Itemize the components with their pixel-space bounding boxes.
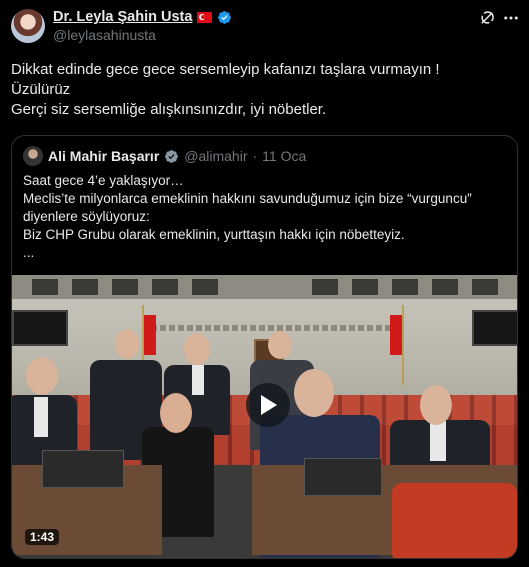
thumbnail-inscription	[142, 325, 392, 331]
thumbnail-screen	[12, 310, 68, 346]
thumbnail-flag	[144, 315, 156, 355]
thumbnail-window	[312, 279, 338, 295]
thumbnail-window	[352, 279, 378, 295]
quoted-tweet[interactable]: Ali Mahir Başarır @alimahir · 11 Oca Saa…	[11, 135, 518, 559]
thumbnail-chair	[392, 483, 517, 558]
more-icon[interactable]	[502, 9, 520, 27]
play-button[interactable]	[246, 383, 290, 427]
play-icon	[261, 395, 277, 415]
thumbnail-window	[152, 279, 178, 295]
thumbnail-screen	[472, 310, 517, 346]
quoted-author-avatar[interactable]	[23, 146, 43, 166]
author-display-name[interactable]: Dr. Leyla Şahin Usta	[53, 9, 192, 25]
thumbnail-window	[472, 279, 498, 295]
video-player[interactable]: 1:43	[12, 275, 517, 558]
thumbnail-monitor	[304, 458, 382, 496]
quoted-text-line: Saat gece 4’e yaklaşıyor…	[23, 173, 184, 188]
separator-dot: ·	[252, 148, 258, 164]
thumbnail-window	[392, 279, 418, 295]
tweet-text-line: Gerçi siz sersemliğe alışkınsınızdır, iy…	[11, 101, 327, 118]
thumbnail-monitor	[42, 450, 124, 488]
quoted-author-name[interactable]: Ali Mahir Başarır	[48, 148, 159, 164]
tweet: Dr. Leyla Şahin Usta @leylasahinusta Dik…	[0, 0, 529, 567]
author-handle[interactable]: @leylasahinusta	[53, 27, 156, 43]
quoted-author-row: Ali Mahir Başarır @alimahir · 11 Oca	[23, 146, 306, 166]
thumbnail-window	[192, 279, 218, 295]
quoted-text-line: Meclis’te milyonlarca emeklinin hakkını …	[23, 191, 472, 206]
verified-badge-icon	[165, 149, 179, 163]
author-name-row: Dr. Leyla Şahin Usta	[53, 9, 232, 25]
thumbnail-flag	[390, 315, 402, 355]
tweet-text-line: Dikkat edinde gece gece sersemleyip kafa…	[11, 61, 440, 78]
thumbnail-window	[432, 279, 458, 295]
quoted-author-handle[interactable]: @alimahir	[184, 148, 247, 164]
thumbnail-window	[72, 279, 98, 295]
author-avatar[interactable]	[11, 9, 45, 43]
quoted-text-line: diyenlere söylüyoruz:	[23, 209, 150, 224]
quoted-text-line: ...	[23, 245, 35, 260]
grok-icon[interactable]	[478, 9, 496, 27]
tweet-text: Dikkat edinde gece gece sersemleyip kafa…	[11, 60, 440, 120]
quoted-date[interactable]: 11 Oca	[262, 148, 306, 164]
quoted-text-line: Biz CHP Grubu olarak emeklinin, yurttaşı…	[23, 227, 405, 242]
verified-badge-icon	[218, 10, 232, 24]
thumbnail-flagpole	[402, 305, 404, 385]
thumbnail-window	[112, 279, 138, 295]
quoted-text: Saat gece 4’e yaklaşıyor… Meclis’te mily…	[23, 172, 472, 262]
video-duration: 1:43	[25, 529, 60, 545]
turkey-flag-icon	[197, 11, 213, 23]
thumbnail-window	[32, 279, 58, 295]
tweet-text-line: Üzülürüz	[11, 81, 71, 98]
